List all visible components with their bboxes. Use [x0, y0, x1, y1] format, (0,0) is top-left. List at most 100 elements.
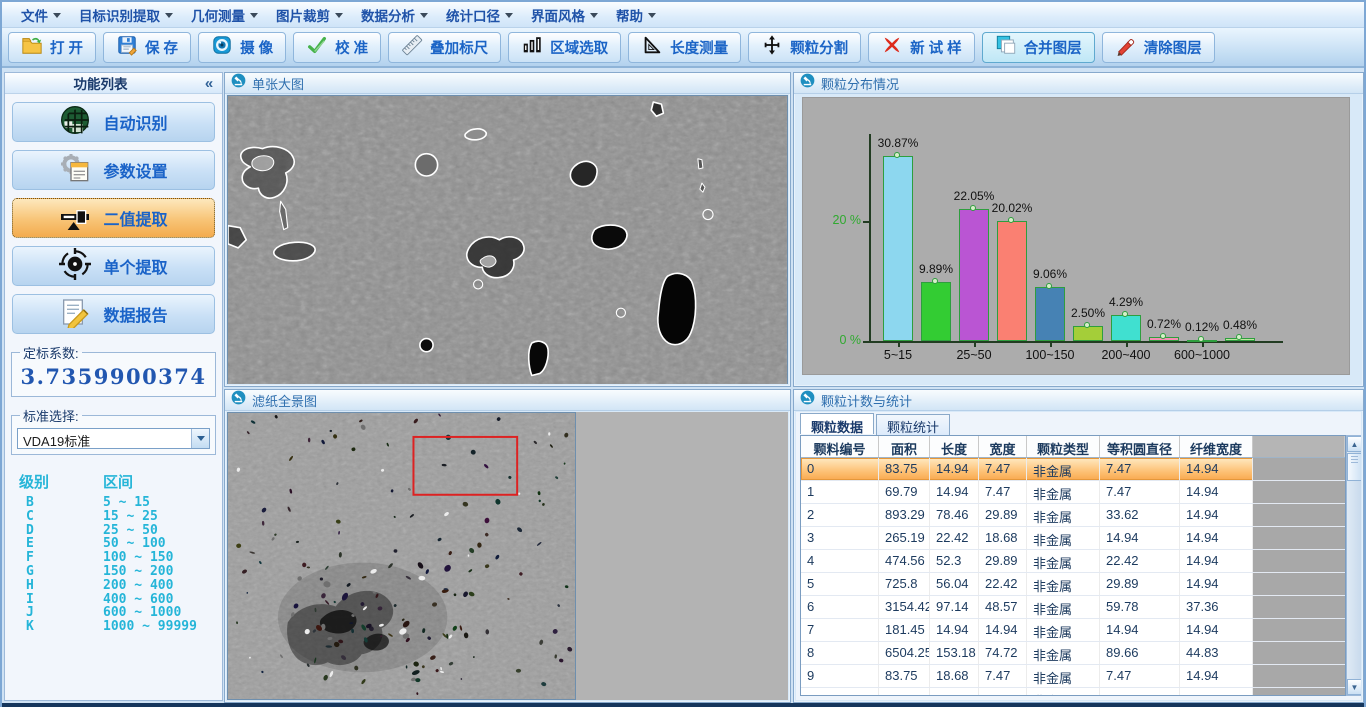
particle-split-button[interactable]: 颗粒分割: [748, 32, 861, 63]
bar-marker-dot: [970, 205, 976, 211]
sidebar-title: 功能列表: [5, 73, 196, 93]
ruler-icon: [401, 34, 423, 60]
merge-layers-icon: [995, 34, 1017, 60]
table-cell: 非金属: [1027, 596, 1100, 618]
panel-particle-distribution: 颗粒分布情况 0 %20 %30.87%9.89%22.05%20.02%9.0…: [793, 72, 1364, 387]
table-cell: 非金属: [1027, 458, 1100, 480]
menu-item-label: 图片裁剪: [276, 5, 330, 25]
menu-item[interactable]: 数据分析: [352, 2, 437, 28]
column-header[interactable]: 等积圆直径: [1100, 436, 1180, 457]
panel-title: 滤纸全景图: [252, 391, 317, 410]
split-cross-icon: [761, 34, 783, 60]
table-row[interactable]: 7181.4514.9414.94非金属14.9414.94: [801, 619, 1345, 642]
clear-layers-button[interactable]: 清除图层: [1102, 32, 1215, 63]
single-image-canvas[interactable]: [227, 95, 788, 384]
level-interval: 25 ~ 50: [103, 524, 222, 538]
menu-item[interactable]: 文件: [12, 2, 70, 28]
grid-vertical-scrollbar[interactable]: ▲ ▼: [1346, 435, 1361, 696]
column-header[interactable]: 面积: [879, 436, 930, 457]
chevron-down-icon[interactable]: [191, 429, 209, 448]
row-filler: [1253, 527, 1345, 549]
level-interval: 100 ~ 150: [103, 551, 222, 565]
length-measure-button[interactable]: 长度测量: [628, 32, 741, 63]
overlay-ruler-button[interactable]: 叠加标尺: [388, 32, 501, 63]
microscope-icon: [800, 390, 815, 410]
table-cell: 14.94: [1100, 619, 1180, 641]
level-code: G: [19, 565, 103, 579]
chevron-down-icon: [53, 13, 61, 18]
y-tick-label: 0 %: [819, 333, 861, 347]
table-cell: 非金属: [1027, 550, 1100, 572]
single-extract-icon: [59, 248, 91, 285]
auto-recognize-icon: [59, 104, 91, 141]
table-cell: 14.94: [1180, 665, 1253, 687]
column-header[interactable]: 颗粒类型: [1027, 436, 1100, 457]
scrollbar-thumb[interactable]: [1347, 453, 1361, 481]
table-row[interactable]: 非金属: [801, 688, 1345, 696]
column-header[interactable]: 纤维宽度: [1180, 436, 1253, 457]
table-cell: 非金属: [1027, 619, 1100, 641]
menu-item-label: 几何测量: [191, 5, 245, 25]
new-sample-button[interactable]: 新 试 样: [868, 32, 975, 63]
sidebar-item-binary-extract[interactable]: 二值提取: [12, 198, 215, 238]
menu-item[interactable]: 目标识别提取: [70, 2, 182, 28]
x-tick-label: 600~1000: [1157, 348, 1247, 362]
table-cell: 非金属: [1027, 481, 1100, 503]
panel-title: 颗粒分布情况: [821, 74, 899, 93]
table-row[interactable]: 983.7518.687.47非金属7.4714.94: [801, 665, 1345, 688]
calibration-group: 定标系数: 3.7359900374: [11, 343, 216, 397]
column-header[interactable]: 长度: [930, 436, 979, 457]
table-row[interactable]: 4474.5652.329.89非金属22.4214.94: [801, 550, 1345, 573]
table-row[interactable]: 5725.856.0422.42非金属29.8914.94: [801, 573, 1345, 596]
open-button[interactable]: 打 开: [8, 32, 96, 63]
table-row[interactable]: 2893.2978.4629.89非金属33.6214.94: [801, 504, 1345, 527]
statistics-tabs: 颗粒数据颗粒统计: [800, 414, 952, 435]
camera-button[interactable]: 摄 像: [198, 32, 286, 63]
table-cell: 7.47: [1100, 665, 1180, 687]
tab-particle-data[interactable]: 颗粒数据: [800, 413, 874, 434]
standard-select[interactable]: VDA19标准: [17, 428, 210, 449]
table-row[interactable]: 86504.25153.1874.72非金属89.6644.83: [801, 642, 1345, 665]
scroll-up-button[interactable]: ▲: [1347, 436, 1361, 452]
table-cell: 1: [801, 481, 879, 503]
table-row[interactable]: 083.7514.947.47非金属7.4714.94: [801, 458, 1345, 481]
scroll-down-button[interactable]: ▼: [1347, 679, 1361, 695]
toolbar-button-label: 合并图层: [1024, 37, 1082, 58]
menu-item-label: 文件: [21, 5, 48, 25]
y-tick-mark: [863, 221, 869, 223]
table-cell: 7.47: [979, 458, 1027, 480]
column-header[interactable]: 宽度: [979, 436, 1027, 457]
calibrate-button[interactable]: 校 准: [293, 32, 381, 63]
table-cell: 7: [801, 619, 879, 641]
table-cell: 29.89: [979, 550, 1027, 572]
level-interval: 15 ~ 25: [103, 510, 222, 524]
menu-item[interactable]: 帮助: [607, 2, 665, 28]
collapse-sidebar-button[interactable]: «: [196, 75, 222, 92]
table-cell: 78.46: [930, 504, 979, 526]
menu-item[interactable]: 图片裁剪: [267, 2, 352, 28]
bar-value-label: 30.87%: [866, 136, 930, 150]
table-row[interactable]: 3265.1922.4218.68非金属14.9414.94: [801, 527, 1345, 550]
table-cell: 59.78: [1100, 596, 1180, 618]
table-row[interactable]: 63154.4297.1448.57非金属59.7837.36: [801, 596, 1345, 619]
level-row: K1000 ~ 99999: [19, 620, 222, 634]
panorama-image-canvas[interactable]: [227, 412, 576, 700]
sidebar-item-data-report[interactable]: 数据报告: [12, 294, 215, 334]
merge-layers-button[interactable]: 合并图层: [982, 32, 1095, 63]
level-code: D: [19, 524, 103, 538]
table-row[interactable]: 169.7914.947.47非金属7.4714.94: [801, 481, 1345, 504]
save-button[interactable]: 保 存: [103, 32, 191, 63]
tab-particle-stats[interactable]: 颗粒统计: [876, 414, 950, 435]
menu-item[interactable]: 统计口径: [437, 2, 522, 28]
menu-item[interactable]: 界面风格: [522, 2, 607, 28]
column-header[interactable]: 颗料编号: [801, 436, 879, 457]
level-interval-table: 级别区间B5 ~ 15C15 ~ 25D25 ~ 50E50 ~ 100F100…: [5, 471, 222, 634]
table-cell: 8: [801, 642, 879, 664]
region-select-button[interactable]: 区域选取: [508, 32, 621, 63]
sidebar-item-single-extract[interactable]: 单个提取: [12, 246, 215, 286]
sidebar-item-auto-recognize[interactable]: 自动识别: [12, 102, 215, 142]
menu-item[interactable]: 几何测量: [182, 2, 267, 28]
table-cell: 14.94: [1180, 481, 1253, 503]
sidebar-item-param-settings[interactable]: 参数设置: [12, 150, 215, 190]
bar-marker-dot: [1084, 322, 1090, 328]
